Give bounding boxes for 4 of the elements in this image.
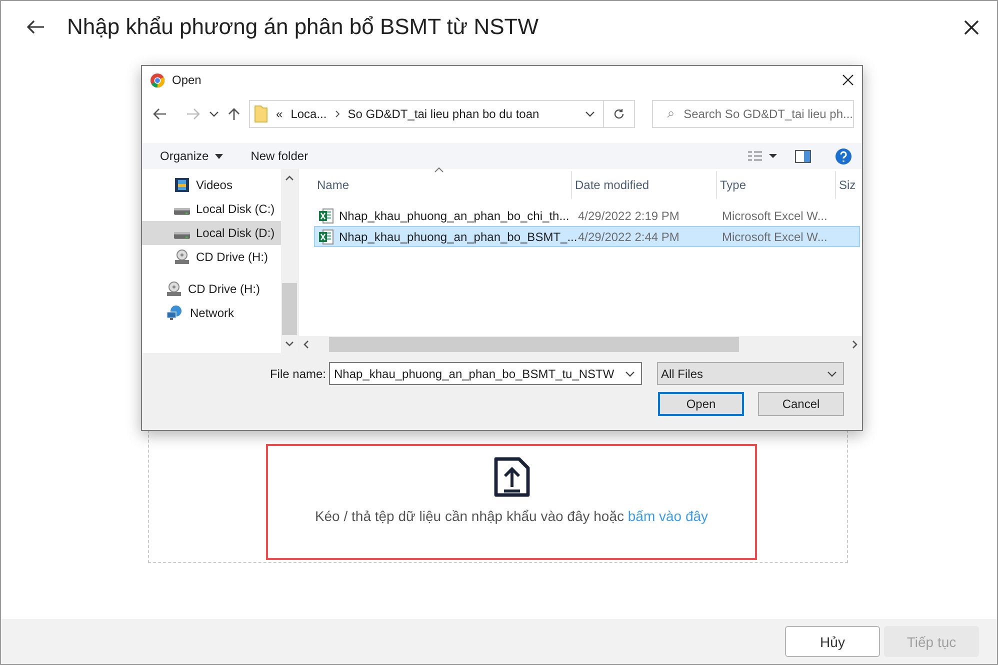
drop-instruction: Kéo / thả tệp dữ liệu cần nhập khẩu vào đây hoặc bấm vào đây bbox=[314, 508, 708, 524]
file-name-label: File name: bbox=[270, 366, 326, 380]
dialog-title: Open bbox=[172, 73, 202, 87]
page-title: Nhập khẩu phương án phân bổ BSMT từ NSTW bbox=[67, 14, 540, 40]
